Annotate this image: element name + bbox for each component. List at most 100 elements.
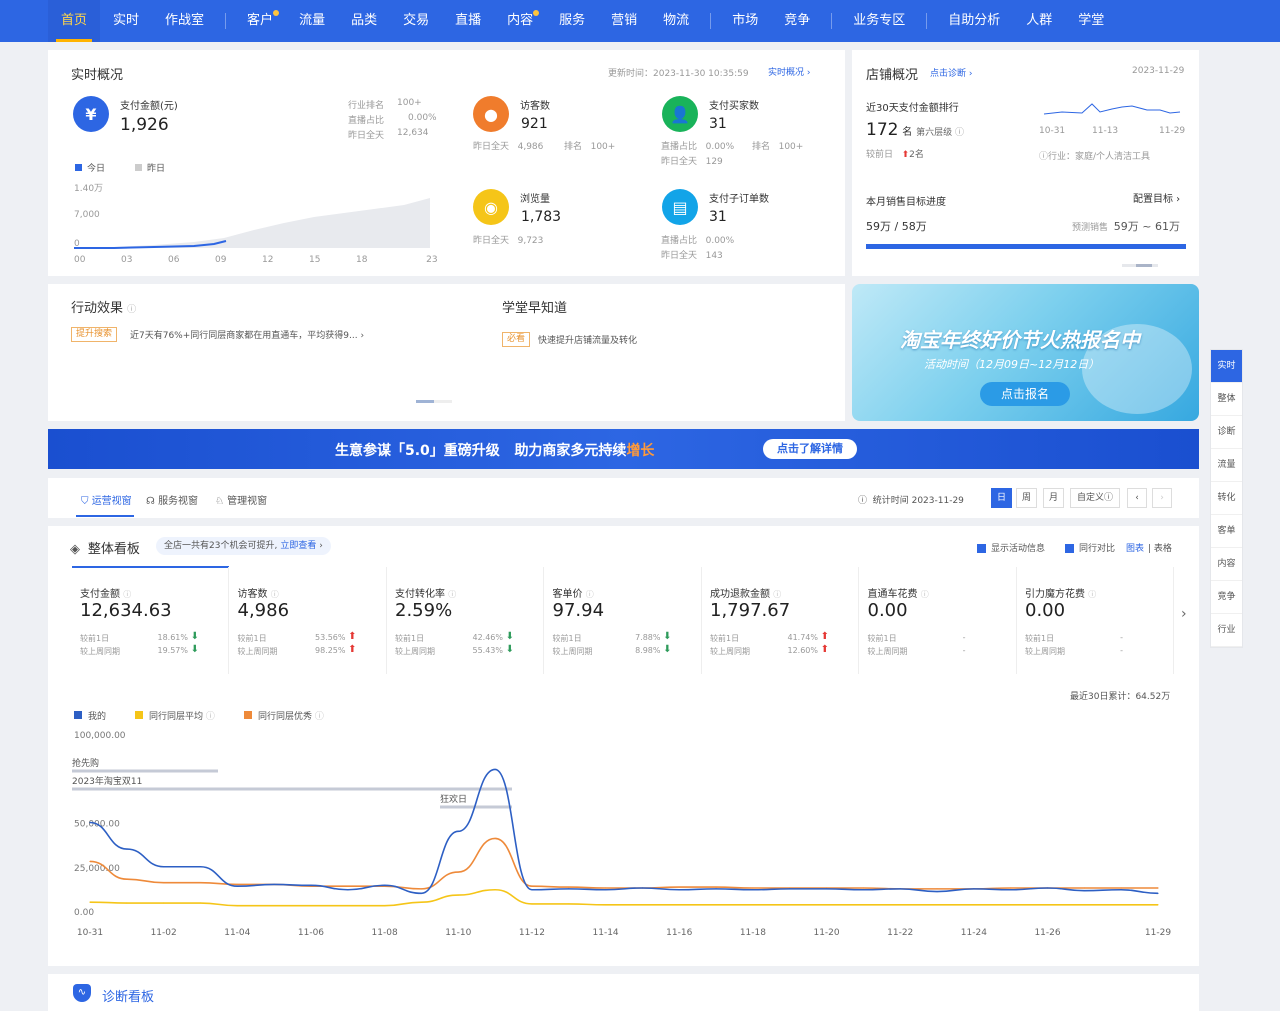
series-point (457, 830, 459, 832)
series-point (347, 885, 349, 887)
series-point (163, 902, 165, 904)
series-point (715, 886, 717, 888)
diag-board: ∿ 诊断看板 (48, 974, 1199, 1011)
series-point (1083, 887, 1085, 889)
series-line-1 (89, 888, 1158, 907)
series-point (678, 889, 680, 891)
x-tick-label: 11-20 (813, 928, 839, 938)
sidebar-item[interactable]: 转化 (1211, 482, 1242, 515)
series-point (163, 882, 165, 884)
series-point (899, 904, 901, 906)
series-point (862, 887, 864, 889)
series-point (899, 888, 901, 890)
series-point (199, 882, 202, 884)
series-point (752, 887, 754, 889)
series-point (420, 892, 423, 894)
event-label: 狂欢日 (440, 793, 467, 805)
sidebar-item[interactable]: 内容 (1211, 548, 1242, 581)
series-point (641, 887, 644, 889)
series-point (1010, 904, 1012, 906)
trend-chart: 100,000.0050,000.0025,000.000.00抢先购2023年… (72, 731, 1171, 938)
x-tick-label: 11-02 (151, 928, 177, 938)
series-point (1010, 889, 1012, 891)
x-tick-label: 11-24 (961, 928, 987, 938)
series-point (531, 885, 533, 887)
series-point (384, 884, 386, 886)
series-point (89, 901, 91, 903)
series-point (1083, 904, 1085, 906)
series-point (604, 904, 607, 906)
x-tick-label: 11-12 (519, 928, 545, 938)
series-point (1120, 887, 1122, 889)
y-tick-label: 100,000.00 (74, 731, 126, 741)
series-point (752, 889, 754, 891)
sidebar-item[interactable]: 竞争 (1211, 581, 1242, 614)
series-point (715, 904, 717, 906)
sidebar-item[interactable]: 整体 (1211, 383, 1242, 416)
series-point (1083, 890, 1085, 892)
series-point (494, 768, 496, 771)
series-point (457, 894, 459, 896)
x-tick-label: 11-16 (666, 928, 692, 938)
series-point (494, 889, 496, 891)
shield-icon: ∿ (73, 984, 91, 1002)
series-point (604, 887, 607, 889)
series-point (715, 888, 717, 890)
sidebar-item[interactable]: 客单 (1211, 515, 1242, 548)
series-point (568, 888, 570, 890)
x-tick-label: 11-06 (298, 928, 324, 938)
series-point (310, 905, 312, 907)
series-point (236, 885, 238, 887)
series-point (568, 903, 570, 905)
series-point (825, 888, 828, 890)
series-point (1157, 892, 1159, 894)
series-point (126, 902, 128, 904)
quick-sidebar: 实时 整体 诊断 流量 转化 客单 内容 竞争 行业 (1210, 349, 1243, 648)
x-tick-label: 11-08 (372, 928, 398, 938)
series-point (420, 888, 423, 890)
series-point (384, 905, 386, 907)
series-line-2 (89, 837, 1158, 890)
x-tick-label: 11-26 (1034, 928, 1060, 938)
x-tick-label: 11-10 (445, 928, 471, 938)
series-point (789, 888, 791, 890)
x-tick-label: 11-14 (593, 928, 619, 938)
y-tick-label: 25,000.00 (74, 864, 120, 874)
series-point (1010, 887, 1012, 889)
series-point (310, 884, 312, 886)
series-point (531, 889, 533, 891)
event-label: 2023年淘宝双11 (72, 775, 142, 787)
series-point (641, 904, 644, 906)
series-point (126, 878, 128, 880)
sidebar-item[interactable]: 诊断 (1211, 416, 1242, 449)
series-point (236, 905, 238, 907)
series-point (273, 905, 275, 907)
series-point (678, 886, 680, 888)
sidebar-item[interactable]: 行业 (1211, 614, 1242, 647)
series-point (1157, 887, 1159, 889)
series-point (568, 886, 570, 888)
series-point (825, 904, 828, 906)
sidebar-item[interactable]: 流量 (1211, 449, 1242, 482)
series-point (973, 904, 975, 906)
series-point (347, 889, 349, 891)
series-point (936, 904, 938, 906)
series-point (273, 883, 275, 886)
y-tick-label: 0.00 (74, 908, 94, 918)
diag-title: 诊断看板 (102, 990, 155, 1005)
series-point (199, 902, 202, 904)
series-point (752, 904, 754, 906)
x-tick-label: 11-04 (224, 928, 250, 938)
series-point (494, 837, 496, 840)
x-tick-label: 11-29 (1145, 928, 1171, 938)
x-tick-label: 11-18 (740, 928, 766, 938)
series-point (1120, 904, 1122, 906)
series-point (1157, 904, 1159, 906)
sidebar-item[interactable]: 实时 (1211, 350, 1242, 383)
series-point (604, 889, 607, 891)
series-point (199, 866, 202, 868)
series-point (347, 905, 349, 907)
x-tick-label: 10-31 (77, 928, 103, 938)
series-point (89, 860, 91, 863)
series-point (420, 901, 423, 903)
